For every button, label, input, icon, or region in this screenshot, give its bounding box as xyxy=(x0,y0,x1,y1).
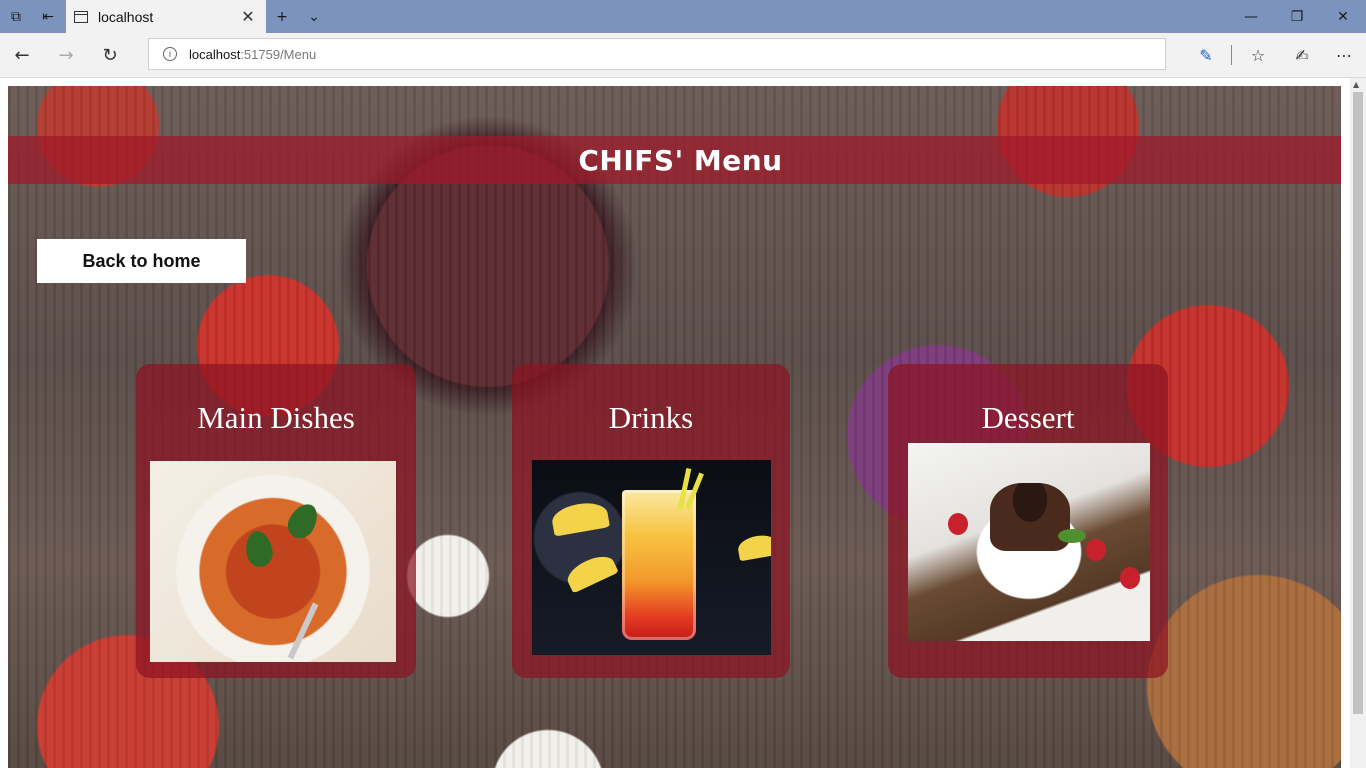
back-to-home-button[interactable]: Back to home xyxy=(37,239,246,283)
category-card-dessert[interactable]: Dessert xyxy=(888,364,1168,678)
header-banner: CHIFS' Menu xyxy=(8,136,1341,184)
back-icon[interactable]: ← xyxy=(6,39,38,71)
page-title: CHIFS' Menu xyxy=(578,143,783,177)
page-icon xyxy=(74,10,88,23)
category-card-main-dishes[interactable]: Main Dishes xyxy=(136,364,416,678)
forward-icon[interactable]: → xyxy=(50,39,82,71)
close-icon[interactable]: ✕ xyxy=(1320,0,1366,33)
browser-navbar: ← → ↻ i localhost :51759/Menu ✎ ☆ ✍ ⋯ xyxy=(0,33,1366,78)
dessert-image[interactable] xyxy=(908,443,1150,641)
tab-title: localhost xyxy=(98,8,154,25)
more-icon[interactable]: ⋯ xyxy=(1328,39,1360,71)
url-host: localhost xyxy=(189,46,241,62)
toolbar-divider xyxy=(1231,45,1232,65)
address-bar[interactable]: i localhost :51759/Menu xyxy=(148,38,1166,70)
close-tab-icon[interactable]: ✕ xyxy=(238,7,258,26)
browser-tab[interactable]: localhost ✕ xyxy=(66,0,266,33)
scrollbar-thumb[interactable] xyxy=(1353,92,1363,714)
raspberry xyxy=(1120,567,1140,589)
pen-icon[interactable]: ✍ xyxy=(1286,39,1318,71)
category-title-drinks: Drinks xyxy=(608,400,694,435)
url-path: :51759/Menu xyxy=(240,46,317,62)
basil-leaf xyxy=(243,529,275,569)
page-viewport: CHIFS' Menu Back to home Main Dishes Dri… xyxy=(8,86,1341,768)
raspberry xyxy=(1086,539,1106,561)
set-aside-tabs-icon[interactable]: ⇤ xyxy=(32,0,64,33)
lemon-slice xyxy=(563,550,619,594)
lava-cake xyxy=(990,483,1070,551)
read-aloud-icon[interactable]: ✎ xyxy=(1190,39,1222,71)
lemon-slice xyxy=(736,532,771,562)
fork-shape xyxy=(287,602,319,660)
category-title-main-dishes: Main Dishes xyxy=(197,400,355,435)
lemon-slice xyxy=(549,499,611,537)
favorites-icon[interactable]: ☆ xyxy=(1242,39,1274,71)
page-scrollbar[interactable]: ▲ xyxy=(1350,78,1366,768)
refresh-icon[interactable]: ↻ xyxy=(94,39,126,71)
category-title-dessert: Dessert xyxy=(981,400,1075,435)
basil-leaf xyxy=(282,498,324,544)
minimize-icon[interactable]: — xyxy=(1228,0,1274,33)
mint-leaf xyxy=(1058,529,1086,543)
drinks-image[interactable] xyxy=(532,460,771,655)
scroll-up-icon[interactable]: ▲ xyxy=(1353,80,1359,89)
restore-icon[interactable]: ❐ xyxy=(1274,0,1320,33)
cocktail-glass xyxy=(622,490,696,640)
raspberry xyxy=(948,513,968,535)
browser-titlebar: ⧉ ⇤ localhost ✕ + ⌄ — ❐ ✕ xyxy=(0,0,1366,33)
category-card-drinks[interactable]: Drinks xyxy=(512,364,790,678)
main-dishes-image[interactable] xyxy=(150,461,396,662)
new-tab-icon[interactable]: + xyxy=(266,0,298,33)
tab-list-icon[interactable]: ⌄ xyxy=(298,0,330,33)
tab-manager-icon[interactable]: ⧉ xyxy=(0,0,32,33)
info-icon[interactable]: i xyxy=(163,47,177,61)
